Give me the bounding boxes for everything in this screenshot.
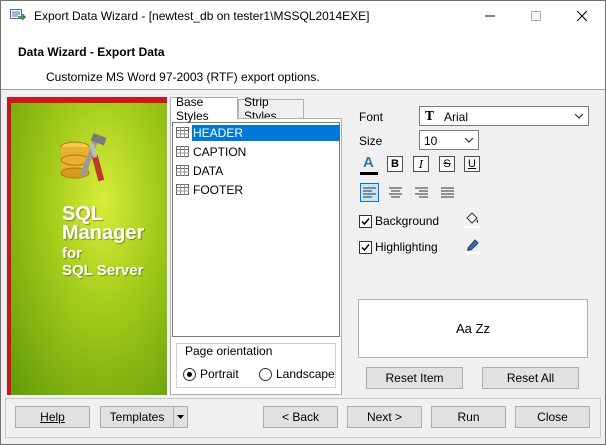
highlighter-pen-icon	[464, 239, 480, 254]
size-select[interactable]: 10	[419, 130, 479, 150]
highlight-color-button[interactable]	[462, 236, 482, 256]
table-grid-icon	[176, 146, 189, 157]
portrait-radio[interactable]: Portrait	[183, 367, 239, 381]
window-title: Export Data Wizard - [newtest_db on test…	[34, 9, 370, 23]
banner-product-name: SQL Manager	[62, 203, 145, 244]
wizard-header: Data Wizard - Export Data Customize MS W…	[1, 31, 605, 90]
next-button[interactable]: Next >	[347, 406, 422, 428]
landscape-radio[interactable]: Landscape	[259, 367, 335, 381]
templates-button[interactable]: Templates	[100, 406, 174, 428]
font-color-swatch	[360, 172, 378, 175]
maximize-button[interactable]	[513, 1, 559, 31]
tab-strip-styles[interactable]: Strip Styles	[238, 95, 304, 123]
list-item-label: FOOTER	[193, 183, 243, 197]
list-item-caption[interactable]: CAPTION	[174, 143, 340, 161]
align-justify-button[interactable]	[438, 183, 457, 202]
truetype-font-icon: T	[425, 109, 434, 123]
checkmark-icon	[361, 217, 370, 225]
templates-dropdown-button[interactable]	[173, 406, 188, 428]
banner-product-target: for SQL Server	[62, 245, 144, 279]
landscape-label: Landscape	[276, 367, 335, 381]
close-icon	[577, 11, 587, 21]
minimize-icon	[485, 15, 495, 17]
checkbox-box	[359, 214, 372, 228]
banner-accent-top	[7, 97, 167, 103]
tab-base-styles[interactable]: Base Styles	[170, 95, 238, 123]
list-item-label: CAPTION	[193, 145, 247, 159]
page-orientation-title: Page orientation	[182, 344, 276, 358]
run-button[interactable]: Run	[431, 406, 506, 428]
align-right-button[interactable]	[412, 183, 431, 202]
list-item-data[interactable]: DATA	[174, 162, 340, 180]
maximize-icon	[531, 11, 541, 21]
product-banner: SQL Manager for SQL Server	[7, 97, 167, 395]
reset-item-button[interactable]: Reset Item	[366, 367, 463, 389]
database-tools-logo-icon	[60, 133, 107, 182]
bold-button[interactable]: B	[387, 156, 403, 172]
align-left-icon	[363, 187, 376, 198]
paint-bucket-icon	[464, 212, 480, 228]
export-wizard-window: Export Data Wizard - [newtest_db on test…	[0, 0, 606, 445]
underline-button[interactable]: U	[464, 156, 480, 172]
size-select-value: 10	[424, 134, 438, 148]
list-item-header[interactable]: HEADER	[174, 124, 340, 142]
background-label: Background	[375, 214, 440, 228]
list-item-label: HEADER	[192, 125, 340, 141]
help-button[interactable]: Help	[15, 406, 90, 428]
templates-button-label: Templates	[109, 410, 165, 424]
radio-indicator	[259, 367, 272, 381]
background-color-button[interactable]	[462, 210, 482, 230]
checkbox-box	[359, 240, 372, 254]
checkmark-icon	[361, 243, 370, 251]
align-left-button[interactable]	[360, 183, 379, 202]
table-grid-icon	[176, 165, 189, 176]
export-wizard-icon	[10, 9, 26, 21]
title-bar: Export Data Wizard - [newtest_db on test…	[1, 1, 605, 31]
background-checkbox[interactable]: Background	[359, 214, 439, 228]
align-center-icon	[389, 187, 402, 198]
wizard-step-title: Data Wizard - Export Data	[18, 45, 165, 59]
align-center-button[interactable]	[386, 183, 405, 202]
close-window-button[interactable]	[559, 1, 605, 31]
font-select-value: Arial	[444, 110, 469, 124]
caret-down-icon	[177, 415, 184, 419]
list-item-footer[interactable]: FOOTER	[174, 181, 340, 199]
wizard-step-description: Customize MS Word 97-2003 (RTF) export o…	[46, 70, 320, 84]
font-color-icon: A	[363, 154, 374, 171]
table-grid-icon	[176, 127, 189, 138]
font-select[interactable]: T Arial	[419, 106, 589, 126]
align-right-icon	[415, 187, 428, 198]
align-justify-icon	[441, 187, 454, 198]
close-button[interactable]: Close	[515, 406, 590, 428]
banner-accent-left	[7, 97, 11, 395]
list-item-label: DATA	[193, 164, 224, 178]
minimize-button[interactable]	[467, 1, 513, 31]
italic-button[interactable]: I	[413, 156, 429, 172]
chevron-down-icon	[574, 113, 584, 119]
style-preview: Aa Zz	[358, 299, 588, 358]
help-button-label: Help	[40, 410, 65, 424]
back-button[interactable]: < Back	[263, 406, 338, 428]
strikethrough-button[interactable]: S	[439, 156, 455, 172]
reset-all-button[interactable]: Reset All	[482, 367, 579, 389]
font-label: Font	[359, 110, 384, 124]
portrait-label: Portrait	[200, 367, 239, 381]
highlighting-checkbox[interactable]: Highlighting	[359, 240, 438, 254]
radio-selected-indicator	[183, 367, 196, 381]
style-items-list[interactable]: HEADER CAPTION DATA FOOTER	[172, 122, 340, 337]
highlighting-label: Highlighting	[375, 240, 438, 254]
chevron-down-icon	[464, 137, 474, 143]
size-label: Size	[359, 134, 383, 148]
font-color-button[interactable]: A	[360, 154, 378, 176]
table-grid-icon	[176, 184, 189, 195]
